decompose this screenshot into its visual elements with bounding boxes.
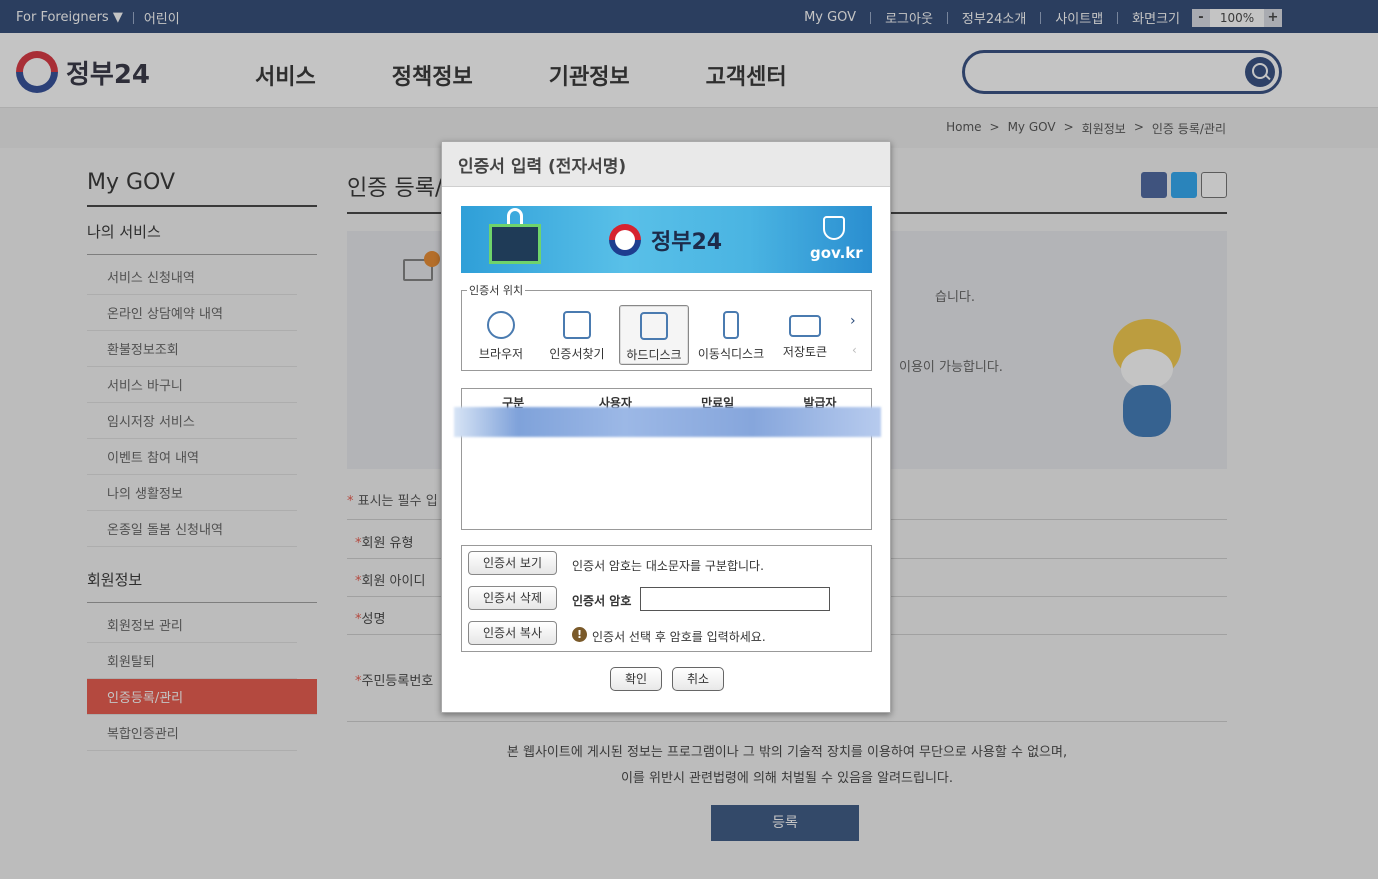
banner-domain: gov.kr <box>810 244 863 262</box>
certificate-actions: 인증서 보기 인증서 삭제 인증서 복사 인증서 암호는 대소문자를 구분합니다… <box>461 545 872 652</box>
location-label: 인증서 위치 <box>467 282 526 298</box>
unlock-icon <box>507 208 523 224</box>
case-sensitive-note: 인증서 암호는 대소문자를 구분합니다. <box>572 559 764 573</box>
location-find[interactable]: 인증서찾기 <box>542 305 612 365</box>
warning-text: 인증서 선택 후 암호를 입력하세요. <box>592 630 766 644</box>
copy-certificate-button[interactable]: 인증서 복사 <box>468 621 557 645</box>
taegeuk-icon <box>609 224 641 256</box>
location-token[interactable]: 저장토큰 <box>770 305 840 365</box>
dialog-title: 인증서 입력 (전자서명) <box>442 142 890 187</box>
ok-button[interactable]: 확인 <box>610 667 662 691</box>
chevron-right-icon[interactable]: › <box>850 313 856 329</box>
location-removable[interactable]: 이동식디스크 <box>696 305 766 365</box>
warning-icon: ! <box>572 627 587 642</box>
monitor-icon <box>640 312 668 340</box>
shield-check-icon <box>823 216 845 240</box>
delete-certificate-button[interactable]: 인증서 삭제 <box>468 586 557 610</box>
certificate-password-input[interactable] <box>640 587 830 611</box>
certificate-list: 구분 사용자 만료일 발급자 <box>454 388 881 530</box>
globe-icon <box>487 311 515 339</box>
monitor-key-icon <box>489 224 541 264</box>
location-harddisk[interactable]: 하드디스크 <box>619 305 689 365</box>
view-certificate-button[interactable]: 인증서 보기 <box>468 551 557 575</box>
smartcard-icon <box>789 315 821 337</box>
certificate-location-group: 인증서 위치 브라우저 인증서찾기 하드디스크 이동식디스크 저장토큰 › ‹ <box>461 282 872 371</box>
certificate-search-icon <box>563 311 591 339</box>
chevron-left-icon[interactable]: ‹ <box>852 343 857 357</box>
password-label: 인증서 암호 <box>572 594 632 608</box>
location-browser[interactable]: 브라우저 <box>466 305 536 365</box>
dialog-banner: 정부24 gov.kr <box>461 206 872 273</box>
certificate-row-redacted[interactable] <box>454 407 881 437</box>
banner-title: 정부24 <box>651 230 723 255</box>
usb-icon <box>723 311 739 339</box>
cancel-button[interactable]: 취소 <box>672 667 724 691</box>
certificate-dialog: 인증서 입력 (전자서명) 정부24 gov.kr 인증서 위치 브라우저 인증… <box>441 141 891 713</box>
